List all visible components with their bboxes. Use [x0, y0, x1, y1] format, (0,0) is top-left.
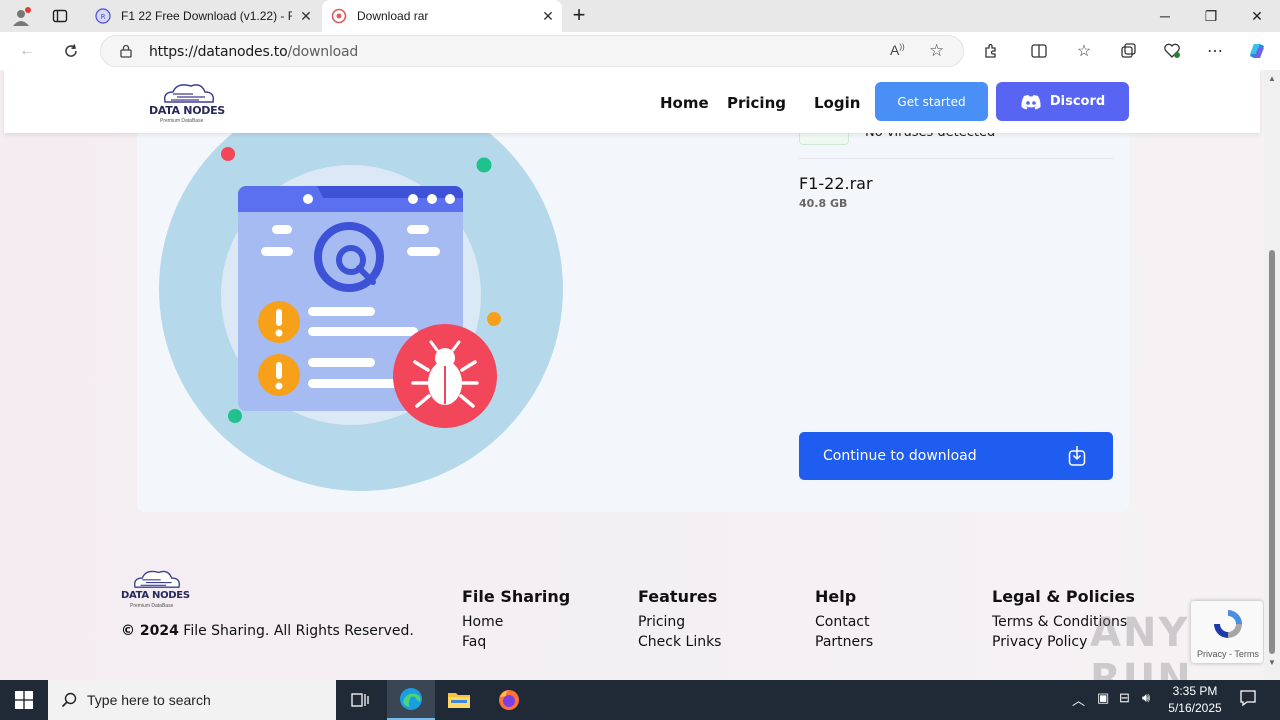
logo-text: DATA NODES: [121, 590, 190, 601]
footer-heading-help: Help: [815, 587, 857, 606]
footer-link-contact[interactable]: Contact: [815, 614, 869, 630]
profile-icon[interactable]: [10, 6, 32, 28]
tab-f1-download[interactable]: R F1 22 Free Download (v1.22) - Re ✕: [86, 0, 320, 32]
close-tab-icon[interactable]: ✕: [292, 8, 320, 25]
logo-tagline: Premium DataBase: [160, 118, 204, 124]
logo-tagline: Premium DataBase: [130, 603, 174, 609]
copilot-icon[interactable]: [1242, 36, 1272, 66]
file-card: No viruses detected F1-22.rar 40.8 GB Co…: [137, 70, 1129, 512]
divider: [799, 158, 1113, 159]
get-started-button[interactable]: Get started: [875, 82, 988, 121]
clock-time: 3:35 PM: [1172, 684, 1218, 698]
download-button-label: Continue to download: [823, 448, 977, 464]
new-tab-icon[interactable]: +: [568, 4, 590, 27]
close-tab-icon[interactable]: ✕: [534, 8, 562, 25]
address-bar[interactable]: https://datanodes.to/download A)) ☆: [100, 35, 964, 67]
site-logo[interactable]: DATA NODES Premium DataBase: [149, 80, 229, 126]
scrollbar-thumb[interactable]: [1269, 250, 1275, 654]
footer-link-check-links[interactable]: Check Links: [638, 634, 721, 650]
file-explorer-icon[interactable]: [435, 680, 483, 720]
favorite-star-icon[interactable]: ☆: [929, 41, 944, 61]
back-icon[interactable]: ←: [12, 36, 42, 66]
footer-link-pricing[interactable]: Pricing: [638, 614, 685, 630]
refresh-icon[interactable]: [56, 36, 86, 66]
taskbar-clock[interactable]: 3:35 PM 5/16/2025: [1160, 683, 1230, 717]
search-icon: [61, 692, 77, 708]
file-name: F1-22.rar: [799, 174, 873, 193]
windows-start-icon[interactable]: [0, 680, 48, 720]
network-icon[interactable]: ⊟: [1119, 690, 1130, 706]
recaptcha-icon: [1214, 610, 1242, 638]
notifications-icon[interactable]: [1239, 689, 1257, 710]
extensions-icon[interactable]: [976, 36, 1006, 66]
nav-pricing[interactable]: Pricing: [727, 94, 786, 112]
split-screen-icon[interactable]: [1024, 36, 1054, 66]
tab-title: F1 22 Free Download (v1.22) - Re: [121, 9, 292, 23]
footer-heading-features: Features: [638, 587, 718, 606]
minimize-icon[interactable]: ─: [1142, 0, 1188, 32]
url-text: https://datanodes.to/download: [149, 44, 358, 60]
copyright-text: File Sharing. All Rights Reserved.: [178, 623, 414, 639]
nav-home[interactable]: Home: [660, 94, 709, 112]
cloud-logo-icon: [134, 570, 180, 588]
tab-actions-icon[interactable]: [52, 8, 68, 24]
url-host: https://datanodes.to: [149, 44, 288, 60]
task-view-icon[interactable]: [336, 680, 384, 720]
virus-scan-illustration: [159, 87, 563, 491]
footer-link-home[interactable]: Home: [462, 614, 503, 630]
page-scrollbar[interactable]: ▲ ▼: [1264, 70, 1280, 680]
collections-icon[interactable]: [1113, 36, 1143, 66]
copyright: © 2024 File Sharing. All Rights Reserved…: [121, 623, 414, 639]
tab-download-rar[interactable]: Download rar ✕: [322, 0, 562, 32]
search-placeholder: Type here to search: [87, 692, 211, 708]
close-window-icon[interactable]: ✕: [1234, 0, 1280, 32]
footer-link-privacy[interactable]: Privacy Policy: [992, 634, 1087, 650]
more-options-icon[interactable]: ⋯: [1200, 36, 1230, 66]
edge-taskbar-icon[interactable]: [387, 680, 435, 720]
cloud-logo-icon: [163, 84, 215, 103]
browser-essentials-icon[interactable]: [1157, 36, 1187, 66]
scroll-down-arrow[interactable]: ▼: [1268, 658, 1276, 667]
scroll-up-arrow[interactable]: ▲: [1268, 74, 1276, 83]
footer-heading-file-sharing: File Sharing: [462, 587, 571, 606]
nav-login[interactable]: Login: [814, 94, 860, 112]
restore-icon[interactable]: ❐: [1188, 0, 1234, 32]
discord-button[interactable]: Discord: [996, 82, 1129, 121]
tab-title: Download rar: [357, 9, 429, 23]
volume-icon[interactable]: 🔊︎: [1142, 690, 1150, 706]
logo-text: DATA NODES: [149, 104, 225, 117]
taskbar-search-input[interactable]: Type here to search: [48, 680, 336, 720]
firefox-icon[interactable]: [485, 680, 533, 720]
download-icon: [1068, 446, 1086, 466]
windows-taskbar: Type here to search ︿ ▣ ⊟ 🔊︎ 3:35 PM 5/1…: [0, 680, 1280, 720]
tray-chevron-icon[interactable]: ︿: [1072, 690, 1085, 709]
discord-label: Discord: [1049, 94, 1106, 109]
site-header: DATA NODES Premium DataBase Home Pricing…: [4, 70, 1260, 133]
browser-tab-strip: R F1 22 Free Download (v1.22) - Re ✕ Dow…: [0, 0, 1280, 32]
clock-date: 5/16/2025: [1168, 701, 1222, 715]
browser-toolbar: ← https://datanodes.to/download A)) ☆ ☆ …: [0, 32, 1280, 70]
discord-icon: [1021, 94, 1041, 109]
footer-logo[interactable]: DATA NODES Premium DataBase: [120, 567, 200, 613]
continue-download-button[interactable]: Continue to download: [799, 432, 1113, 480]
read-aloud-icon[interactable]: A)): [890, 42, 905, 58]
favorites-icon[interactable]: ☆: [1069, 36, 1099, 66]
footer-heading-legal: Legal & Policies: [992, 587, 1135, 606]
datanodes-favicon-icon: [331, 8, 347, 24]
svg-text:R: R: [101, 13, 106, 21]
footer-link-faq[interactable]: Faq: [462, 634, 486, 650]
url-path: /download: [287, 44, 359, 60]
footer-link-partners[interactable]: Partners: [815, 634, 873, 650]
tray-device-icon[interactable]: ▣: [1097, 690, 1109, 706]
file-size: 40.8 GB: [799, 197, 848, 210]
site-favicon-icon: R: [95, 8, 111, 24]
copyright-year: © 2024: [121, 623, 179, 639]
recaptcha-text[interactable]: Privacy - Terms: [1197, 649, 1259, 659]
lock-icon[interactable]: [119, 44, 133, 63]
page-viewport: No viruses detected F1-22.rar 40.8 GB Co…: [0, 70, 1280, 680]
recaptcha-badge[interactable]: Privacy - Terms: [1191, 601, 1263, 663]
